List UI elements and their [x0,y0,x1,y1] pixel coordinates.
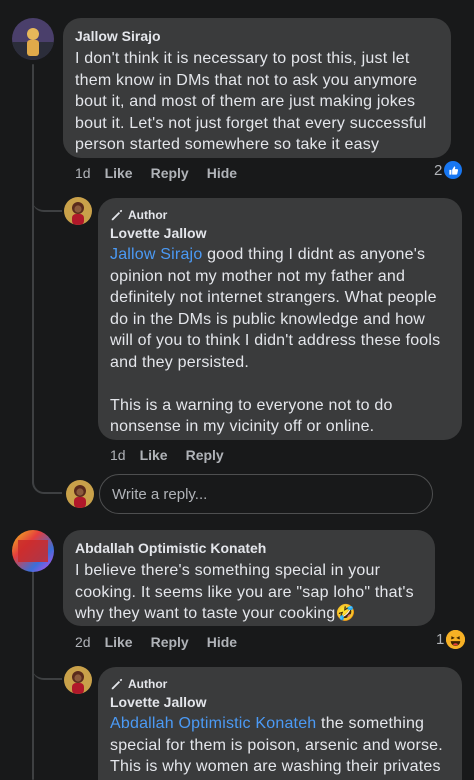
thread-elbow [32,466,62,494]
reply-button[interactable]: Reply [151,164,189,182]
pen-icon [111,209,123,221]
reply-bubble: Author Lovette Jallow Abdallah Optimisti… [98,667,462,780]
reply-text: Abdallah Optimistic Konateh the somethin… [110,713,452,778]
reply-button[interactable]: Reply [151,633,189,651]
thread-elbow [32,650,62,680]
pen-icon [111,678,123,690]
avatar[interactable] [12,18,54,60]
hide-button[interactable]: Hide [207,633,237,651]
thread-line [32,64,34,484]
reply-placeholder: Write a reply... [112,485,208,503]
author-badge-label: Author [128,677,168,691]
reply-body: good thing I didnt as anyone's opinion n… [110,246,441,435]
like-button[interactable]: Like [105,164,133,182]
commenter-name[interactable]: Lovette Jallow [110,693,452,711]
reply-button[interactable]: Reply [186,446,224,464]
author-badge: Author [110,676,452,692]
author-badge-label: Author [128,208,168,222]
author-badge: Author [110,207,450,223]
comment-bubble: Abdallah Optimistic Konateh I believe th… [63,530,435,626]
haha-icon [446,630,466,649]
comment-text: I don't think it is necessary to post th… [75,50,432,153]
reply-text: Jallow Sirajo good thing I didnt as anyo… [110,244,450,438]
reaction-summary[interactable]: 2 [434,161,463,179]
comment-age[interactable]: 2d [75,633,91,651]
like-button[interactable]: Like [140,446,168,464]
avatar[interactable] [12,530,54,572]
like-button[interactable]: Like [105,633,133,651]
commenter-name[interactable]: Abdallah Optimistic Konateh [75,539,423,557]
comment-actions: 1d Like Reply Hide [75,164,255,182]
like-icon [444,161,463,179]
reaction-summary[interactable]: 1 [436,630,466,649]
comment-actions: 2d Like Reply Hide [75,633,255,651]
reply-actions: 1d Like Reply [110,446,242,464]
reply-input[interactable]: Write a reply... [99,474,433,514]
avatar [66,480,94,508]
avatar[interactable] [64,197,92,225]
mention-link[interactable]: Abdallah Optimistic Konateh [110,715,316,732]
reaction-count: 1 [436,631,445,648]
mention-link[interactable]: Jallow Sirajo [110,246,202,263]
commenter-name[interactable]: Jallow Sirajo [75,27,439,45]
hide-button[interactable]: Hide [207,164,237,182]
commenter-name[interactable]: Lovette Jallow [110,224,450,242]
avatar[interactable] [64,666,92,694]
reply-age[interactable]: 1d [110,446,126,464]
comment-bubble: Jallow Sirajo I don't think it is necess… [63,18,451,158]
comment-age[interactable]: 1d [75,164,91,182]
thread-elbow [32,190,62,212]
comment-body: I believe there's something special in y… [75,562,419,622]
reply-bubble: Author Lovette Jallow Jallow Sirajo good… [98,198,462,440]
reaction-count: 2 [434,161,443,179]
comment-text: I believe there's something special in y… [75,560,423,625]
rofl-emoji: 🤣 [335,605,356,622]
